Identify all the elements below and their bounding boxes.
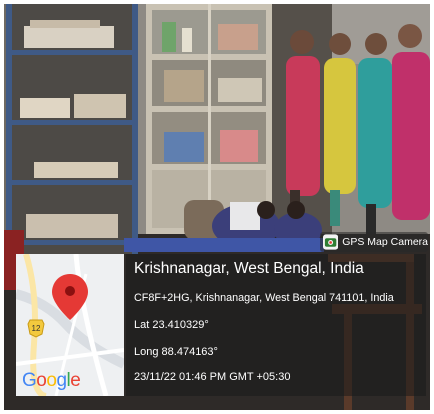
latitude-label: Lat — [134, 319, 150, 331]
latitude-line: Lat 23.410329° — [134, 319, 209, 331]
place-title: Krishnanagar, West Bengal, India — [134, 260, 364, 277]
address-line: CF8F+2HG, Krishnanagar, West Bengal 7411… — [134, 292, 394, 304]
map-camera-icon — [323, 234, 339, 250]
longitude-value: 88.474163° — [161, 346, 218, 358]
longitude-line: Long 88.474163° — [134, 346, 218, 358]
longitude-label: Long — [134, 346, 159, 358]
datetime-line: 23/11/22 01:46 PM GMT +05:30 — [134, 371, 291, 383]
photo-frame: GPS Map Camera 12 Google Krishnanagar, W… — [4, 4, 430, 410]
latitude-value: 23.410329° — [152, 319, 209, 331]
gps-badge-label: GPS Map Camera — [342, 236, 428, 248]
road-shield-label: 12 — [32, 324, 41, 333]
map-thumbnail[interactable]: 12 Google — [16, 254, 124, 396]
location-info-panel: Krishnanagar, West Bengal, India CF8F+2H… — [126, 254, 426, 396]
google-logo: Google — [22, 370, 81, 391]
gps-map-camera-badge: GPS Map Camera — [320, 232, 428, 252]
